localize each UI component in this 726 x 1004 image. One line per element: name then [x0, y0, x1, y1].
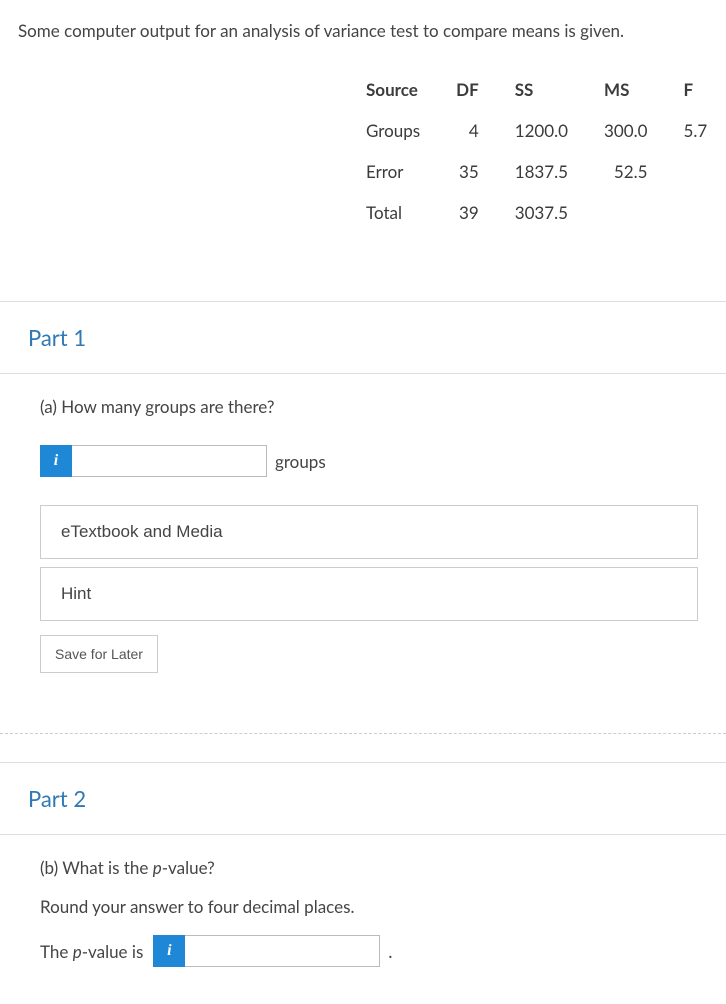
cell-ss: 1837.5 — [497, 151, 586, 192]
cell-source: Total — [348, 192, 438, 233]
cell-ms — [586, 192, 665, 233]
anova-table: Source DF SS MS F Groups 4 1200.0 300.0 … — [348, 69, 725, 233]
part1-header: Part 1 — [0, 301, 726, 373]
part1-question: (a) How many groups are there? — [40, 396, 698, 417]
col-f: F — [665, 69, 725, 110]
q-prefix: (b) What is the — [40, 857, 153, 878]
period: . — [388, 941, 392, 962]
cell-ms: 52.5 — [586, 151, 665, 192]
a-pvar: p — [73, 941, 82, 962]
cell-ss: 3037.5 — [497, 192, 586, 233]
part2-instruction: Round your answer to four decimal places… — [40, 896, 698, 917]
q-pvar: p — [153, 857, 162, 878]
part1-input-row: i groups — [40, 445, 698, 477]
cell-ss: 1200.0 — [497, 110, 586, 151]
table-row: Total 39 3037.5 — [348, 192, 725, 233]
col-source: Source — [348, 69, 438, 110]
col-ms: MS — [586, 69, 665, 110]
table-header-row: Source DF SS MS F — [348, 69, 725, 110]
cell-f: 5.7 — [665, 110, 725, 151]
col-df: DF — [438, 69, 497, 110]
cell-f — [665, 151, 725, 192]
part2-question: (b) What is the p-value? — [40, 857, 698, 878]
part1-body: (a) How many groups are there? i groups … — [0, 373, 726, 734]
cell-source: Groups — [348, 110, 438, 151]
table-row: Error 35 1837.5 52.5 — [348, 151, 725, 192]
hint-button[interactable]: Hint — [40, 567, 698, 621]
intro-text: Some computer output for an analysis of … — [18, 20, 708, 41]
groups-input[interactable] — [72, 445, 267, 477]
cell-df: 4 — [438, 110, 497, 151]
a-prefix: The — [40, 941, 73, 962]
save-for-later-button[interactable]: Save for Later — [40, 635, 158, 673]
cell-source: Error — [348, 151, 438, 192]
part2-header: Part 2 — [0, 762, 726, 834]
table-row: Groups 4 1200.0 300.0 5.7 — [348, 110, 725, 151]
a-suffix: -value is — [82, 941, 144, 962]
q-suffix: -value? — [162, 857, 215, 878]
part2-input-row: The p-value is i . — [40, 935, 698, 967]
etextbook-button[interactable]: eTextbook and Media — [40, 505, 698, 559]
groups-unit: groups — [275, 451, 326, 472]
info-icon[interactable]: i — [153, 935, 185, 967]
info-icon[interactable]: i — [40, 445, 72, 477]
pvalue-label: The p-value is — [40, 941, 143, 962]
cell-df: 35 — [438, 151, 497, 192]
col-ss: SS — [497, 69, 586, 110]
cell-f — [665, 192, 725, 233]
intro-section: Some computer output for an analysis of … — [0, 0, 726, 273]
pvalue-input[interactable] — [185, 935, 380, 967]
cell-ms: 300.0 — [586, 110, 665, 151]
cell-df: 39 — [438, 192, 497, 233]
part2-body: (b) What is the p-value? Round your answ… — [0, 834, 726, 989]
